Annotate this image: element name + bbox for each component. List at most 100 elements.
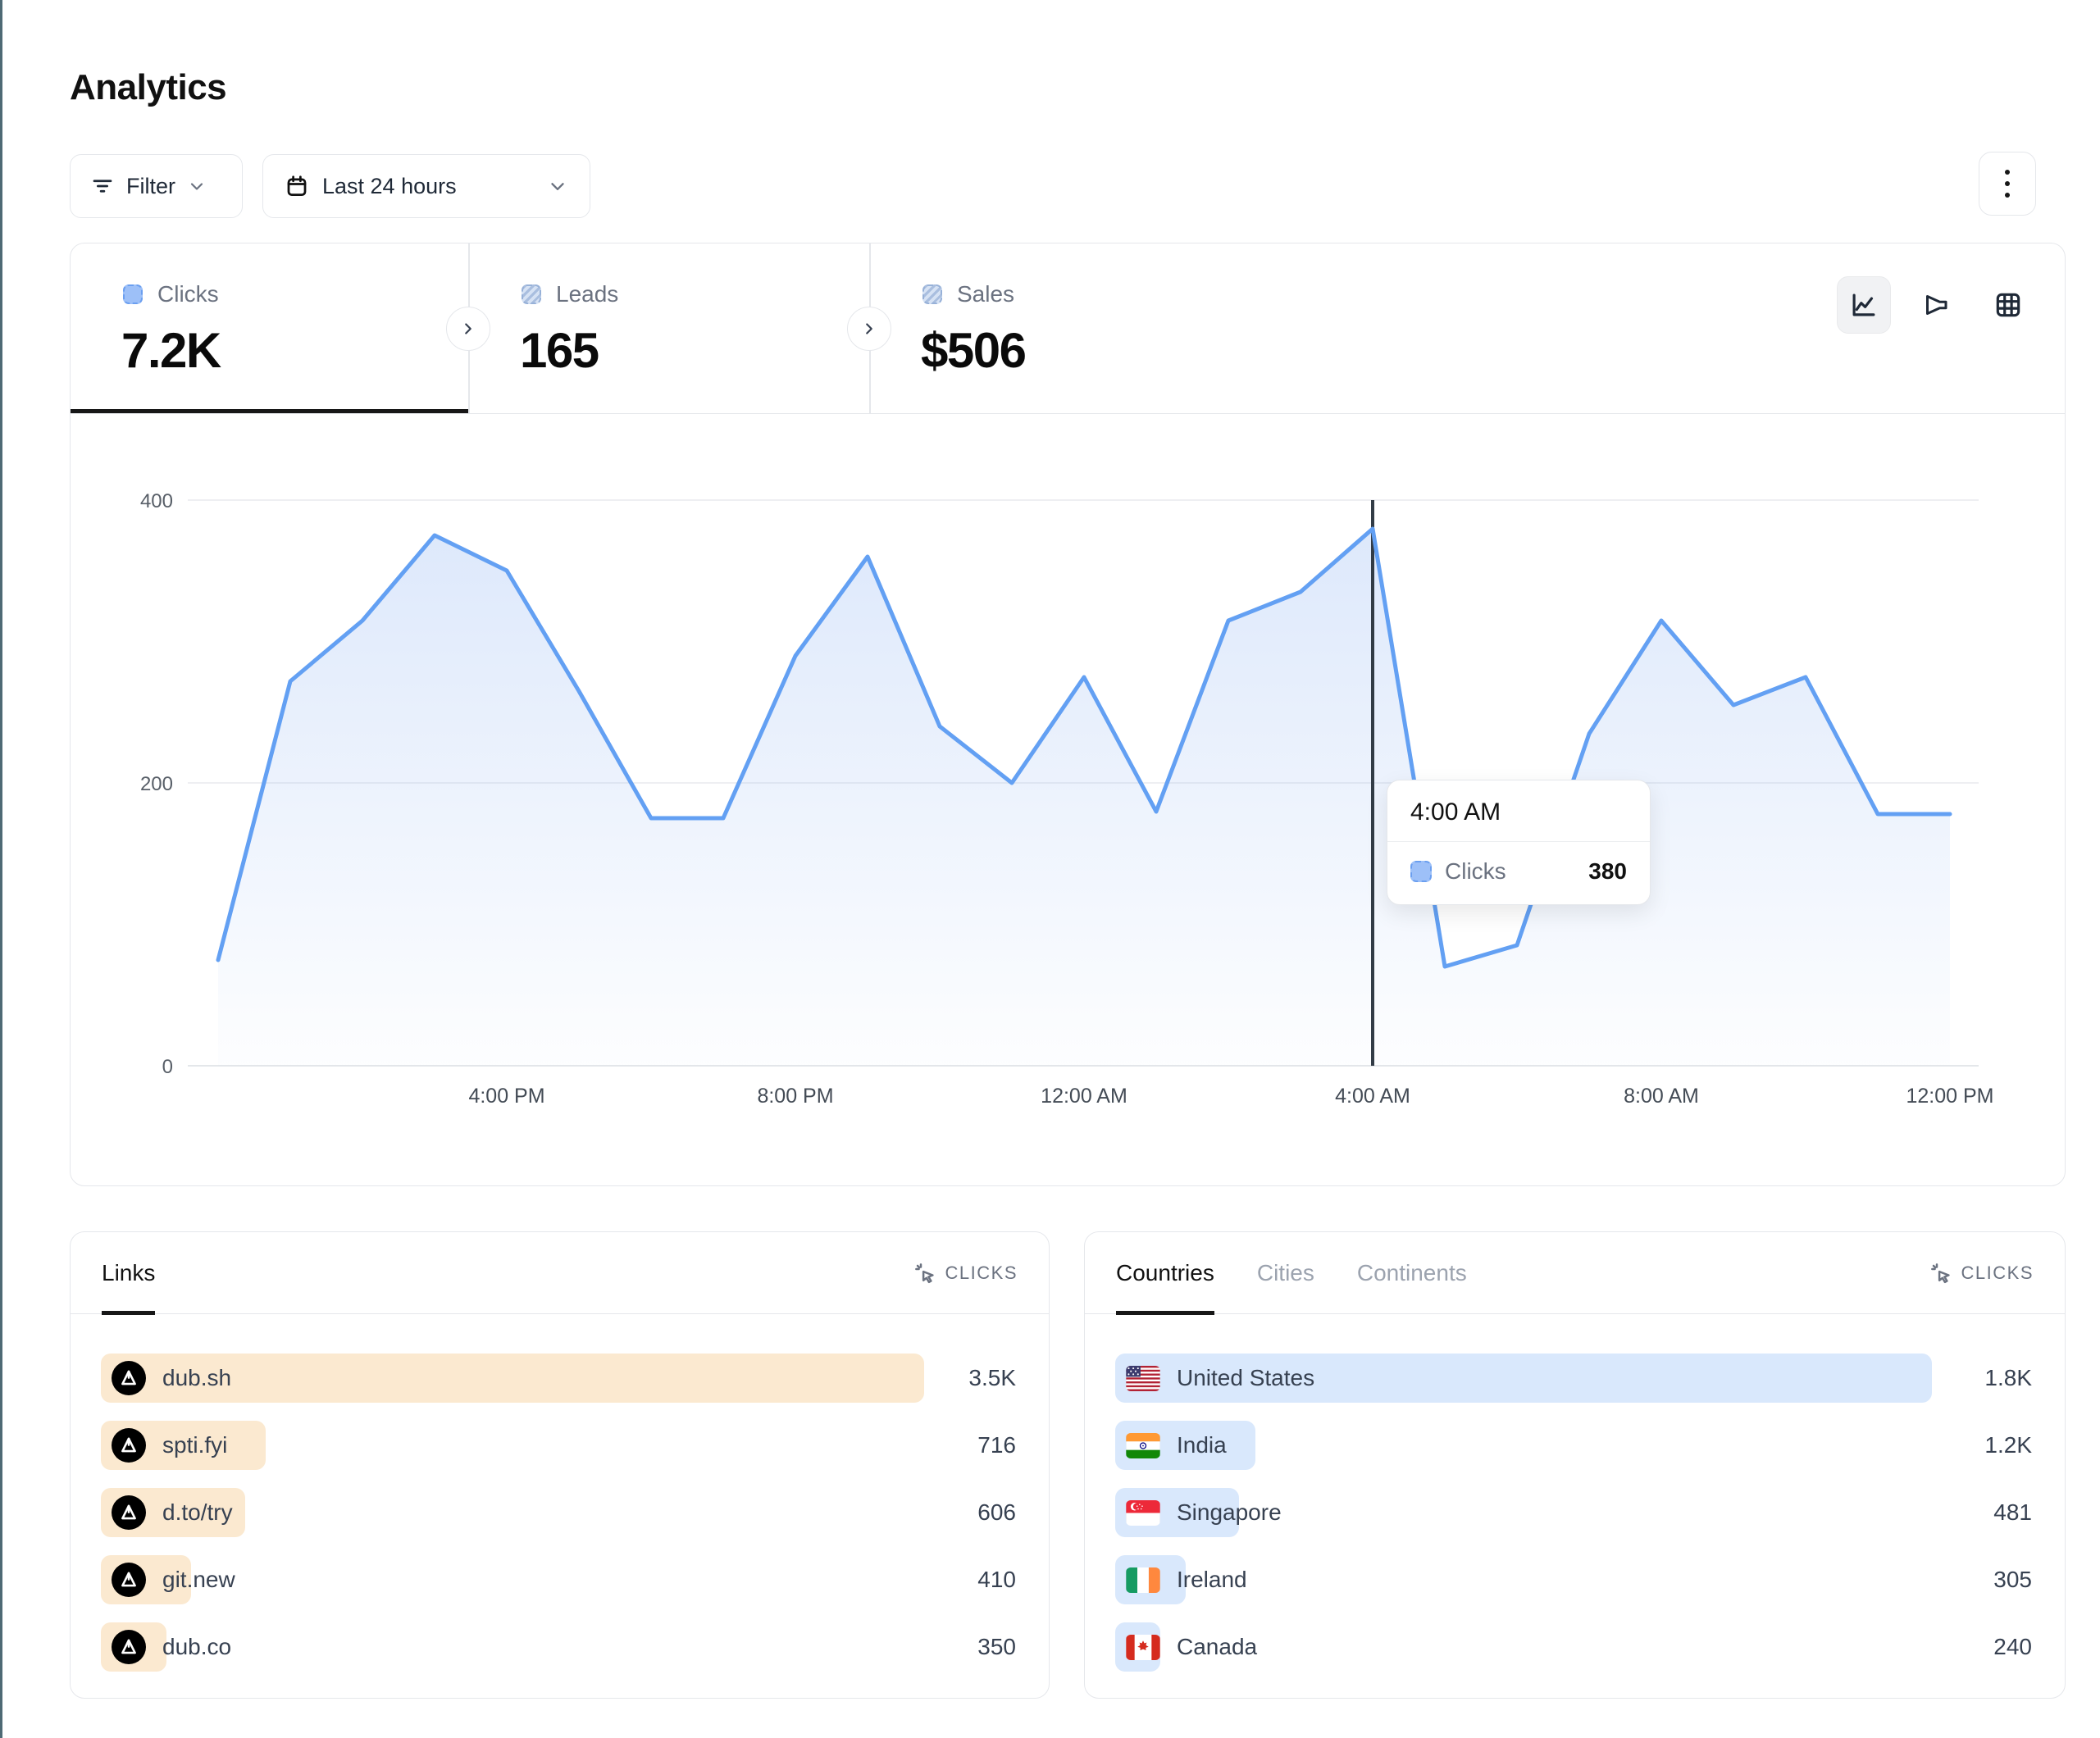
chevron-right-icon [459,320,477,338]
chart-view-switcher [1837,276,2035,334]
link-row[interactable]: dub.sh 3.5K [101,1354,1016,1403]
row-label: Singapore [1177,1499,1282,1526]
row-label: India [1177,1432,1227,1458]
analytics-card: Clicks 7.2K Leads 165 [70,243,2066,1186]
link-row[interactable]: d.to/try606 [101,1488,1016,1537]
dub-logo-icon [112,1361,146,1395]
tab-sales[interactable]: Sales $506 [870,243,1272,414]
us-flag-icon [1126,1366,1160,1391]
row-value: 350 [924,1634,1016,1660]
tab-cities[interactable]: Cities [1257,1232,1314,1313]
window-edge [0,0,2,1738]
leads-legend-swatch [522,284,541,304]
row-value: 716 [924,1432,1016,1458]
clicks-metric-label: CLICKS [1961,1263,2034,1284]
countries-panel: Countries Cities Continents CLICKS Unite… [1084,1231,2066,1699]
dub-logo-icon [112,1428,146,1463]
kebab-icon [2005,170,2010,198]
countries-sort-by-clicks[interactable]: CLICKS [1929,1232,2034,1313]
link-row[interactable]: git.new 410 [101,1555,1016,1604]
clicks-label: Clicks [157,281,219,307]
tab-continents[interactable]: Continents [1357,1232,1467,1313]
row-value: 481 [1940,1499,2032,1526]
table-grid-icon [1993,289,2024,321]
sg-flag-icon [1126,1500,1160,1526]
date-range-button[interactable]: Last 24 hours [262,154,590,218]
links-list: dub.sh 3.5K spti.fyi 716 d.to/try606 git.new 4… [71,1314,1049,1672]
sales-value: $506 [921,322,1025,379]
country-row[interactable]: India 1.2K [1115,1421,2032,1470]
row-label: dub.co [162,1634,231,1660]
row-label: dub.sh [162,1365,231,1391]
tab-leads[interactable]: Leads 165 [469,243,869,414]
link-row[interactable]: spti.fyi 716 [101,1421,1016,1470]
leads-value: 165 [520,322,599,379]
x-axis-tick: 8:00 PM [757,1085,833,1108]
country-row[interactable]: Singapore 481 [1115,1488,2032,1537]
country-row[interactable]: United States1.8K [1115,1354,2032,1403]
dub-logo-icon [112,1563,146,1597]
ca-flag-icon [1126,1635,1160,1660]
tab-countries[interactable]: Countries [1116,1232,1214,1313]
links-panel-header: Links CLICKS [71,1232,1049,1314]
table-view-button[interactable] [1981,276,2035,334]
ie-flag-icon [1126,1567,1160,1593]
row-label: Ireland [1177,1567,1247,1593]
sales-label: Sales [957,281,1014,307]
tooltip-legend-swatch [1410,861,1432,882]
filter-button[interactable]: Filter [70,154,243,218]
page-title: Analytics [70,67,226,108]
row-label: United States [1177,1365,1314,1391]
dub-logo-icon [112,1495,146,1530]
in-flag-icon [1126,1433,1160,1458]
chevron-down-icon [547,175,568,197]
link-row[interactable]: dub.co 350 [101,1622,1016,1672]
row-label: git.new [162,1567,235,1593]
funnel-chart-view-button[interactable] [1909,276,1963,334]
tab-clicks[interactable]: Clicks 7.2K [71,243,468,414]
line-chart-icon [1848,289,1879,321]
calendar-icon [285,174,309,198]
filter-label: Filter [126,174,175,199]
chevron-down-icon [187,176,207,196]
clicks-legend-swatch [123,284,143,304]
row-value: 606 [924,1499,1016,1526]
funnel-chart-icon [1921,290,1951,320]
filter-icon [90,174,115,198]
area-fill [218,529,1950,1066]
date-range-label: Last 24 hours [322,174,534,199]
clicks-value: 7.2K [121,322,221,379]
row-value: 1.2K [1940,1432,2032,1458]
y-axis-tick: 400 [140,490,173,512]
leads-label: Leads [556,281,618,307]
y-axis-tick: 200 [140,773,173,795]
expand-sales-button[interactable] [847,307,891,351]
country-row[interactable]: Canada 240 [1115,1622,2032,1672]
links-sort-by-clicks[interactable]: CLICKS [913,1232,1018,1313]
x-axis-tick: 4:00 AM [1335,1085,1410,1108]
country-row[interactable]: Ireland 305 [1115,1555,2032,1604]
row-value: 240 [1940,1634,2032,1660]
clicks-chart-area[interactable]: 400 200 0 4:00 PM 8:00 PM 12:00 AM 4:00 AM 8:00… [71,414,2066,1187]
sales-legend-swatch [922,284,942,304]
y-axis-tick: 0 [162,1056,173,1078]
tooltip-value: 380 [1588,858,1627,885]
row-label: Canada [1177,1634,1257,1660]
x-axis-tick: 12:00 AM [1041,1085,1127,1108]
stats-row: Clicks 7.2K Leads 165 [71,243,2065,414]
links-panel: Links CLICKS dub.sh 3.5K spti.fyi 716 d.to/t… [70,1231,1050,1699]
x-axis-tick: 8:00 AM [1624,1085,1699,1108]
x-axis-tick: 4:00 PM [468,1085,544,1108]
line-chart-view-button[interactable] [1837,276,1891,334]
chevron-right-icon [860,320,878,338]
countries-list: United States1.8K India 1.2K Singapore 481 Ir… [1085,1314,2065,1672]
row-value: 410 [924,1567,1016,1593]
row-value: 3.5K [924,1365,1016,1391]
countries-panel-header: Countries Cities Continents CLICKS [1085,1232,2065,1314]
clicks-chart: 400 200 0 4:00 PM 8:00 PM 12:00 AM 4:00 AM 8:00… [71,414,2066,1187]
row-value: 305 [1940,1567,2032,1593]
tab-links[interactable]: Links [102,1232,155,1313]
more-options-button[interactable] [1979,152,2036,216]
expand-leads-button[interactable] [446,307,490,351]
row-label: spti.fyi [162,1432,227,1458]
